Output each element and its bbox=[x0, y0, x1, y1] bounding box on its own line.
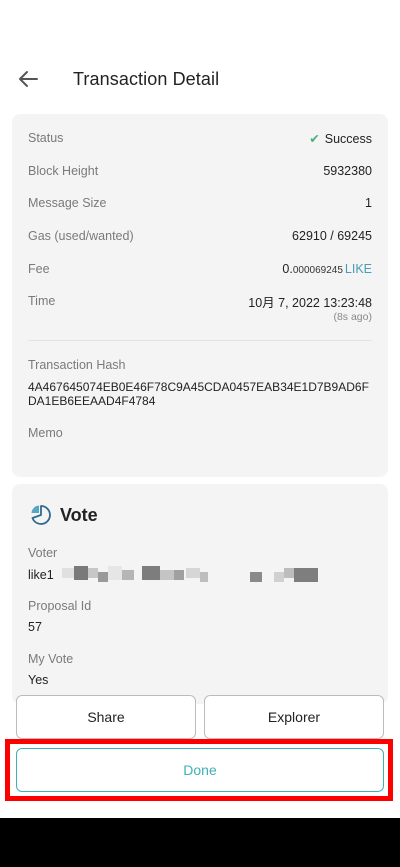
voter-prefix: like1 bbox=[28, 568, 54, 582]
time-ago: (8s ago) bbox=[333, 311, 372, 323]
fee-row: Fee 0.000069245 LIKE bbox=[28, 259, 372, 279]
my-vote-value: Yes bbox=[28, 673, 49, 687]
time-label: Time bbox=[28, 294, 56, 308]
block-height-value: 5932380 bbox=[323, 164, 372, 178]
memo-label: Memo bbox=[28, 426, 63, 440]
fee-value: 0.000069245 LIKE bbox=[282, 262, 372, 276]
fee-fraction: 000069245 bbox=[292, 265, 343, 276]
voter-label: Voter bbox=[28, 546, 58, 560]
message-size-value: 1 bbox=[365, 196, 372, 210]
fee-denom: LIKE bbox=[344, 262, 372, 276]
system-nav-bar bbox=[0, 818, 400, 867]
message-header: Vote bbox=[30, 504, 98, 526]
checkmark-icon: ✔ bbox=[309, 131, 320, 146]
block-height-row: Block Height 5932380 bbox=[28, 161, 372, 181]
status-label: Status bbox=[28, 131, 64, 145]
message-size-row: Message Size 1 bbox=[28, 193, 372, 213]
tx-hash-value[interactable]: 4A467645074EB0E46F78C9A45CDA0457EAB34E1D… bbox=[28, 380, 374, 408]
vote-message-card: Vote Voter like1 Proposal Id 57 My Vote bbox=[12, 484, 388, 704]
vote-pie-icon bbox=[31, 505, 51, 525]
app-header: Transaction Detail bbox=[0, 55, 400, 103]
fee-integer: 0. bbox=[282, 262, 293, 276]
status-value: ✔ Success bbox=[309, 131, 372, 146]
my-vote-label: My Vote bbox=[28, 652, 74, 666]
fee-label: Fee bbox=[28, 262, 50, 276]
gas-label: Gas (used/wanted) bbox=[28, 229, 134, 243]
arrow-left-icon bbox=[19, 71, 38, 87]
proposal-id-value: 57 bbox=[28, 620, 42, 634]
proposal-id-label: Proposal Id bbox=[28, 599, 92, 613]
back-button[interactable] bbox=[14, 65, 42, 93]
status-text: Success bbox=[324, 131, 372, 146]
status-row: Status ✔ Success bbox=[28, 128, 372, 148]
page-title: Transaction Detail bbox=[73, 69, 220, 89]
voter-address[interactable]: like1 bbox=[28, 568, 54, 582]
tx-hash-label: Transaction Hash bbox=[28, 358, 126, 372]
explorer-button[interactable]: Explorer bbox=[204, 695, 384, 739]
gas-row: Gas (used/wanted) 62910 / 69245 bbox=[28, 226, 372, 246]
screen: Transaction Detail Status ✔ Success Block… bbox=[0, 0, 400, 867]
gas-value: 62910 / 69245 bbox=[292, 229, 372, 243]
time-row: Time 10月 7, 2022 13:23:48 bbox=[28, 291, 372, 311]
share-button[interactable]: Share bbox=[16, 695, 196, 739]
message-title: Vote bbox=[60, 504, 98, 525]
message-size-label: Message Size bbox=[28, 196, 107, 210]
transaction-info-card: Status ✔ Success Block Height 5932380 Mes… bbox=[12, 114, 388, 477]
divider bbox=[28, 340, 372, 341]
done-button[interactable]: Done bbox=[16, 748, 384, 792]
time-value: 10月 7, 2022 13:23:48 bbox=[248, 295, 372, 310]
block-height-label: Block Height bbox=[28, 164, 99, 178]
